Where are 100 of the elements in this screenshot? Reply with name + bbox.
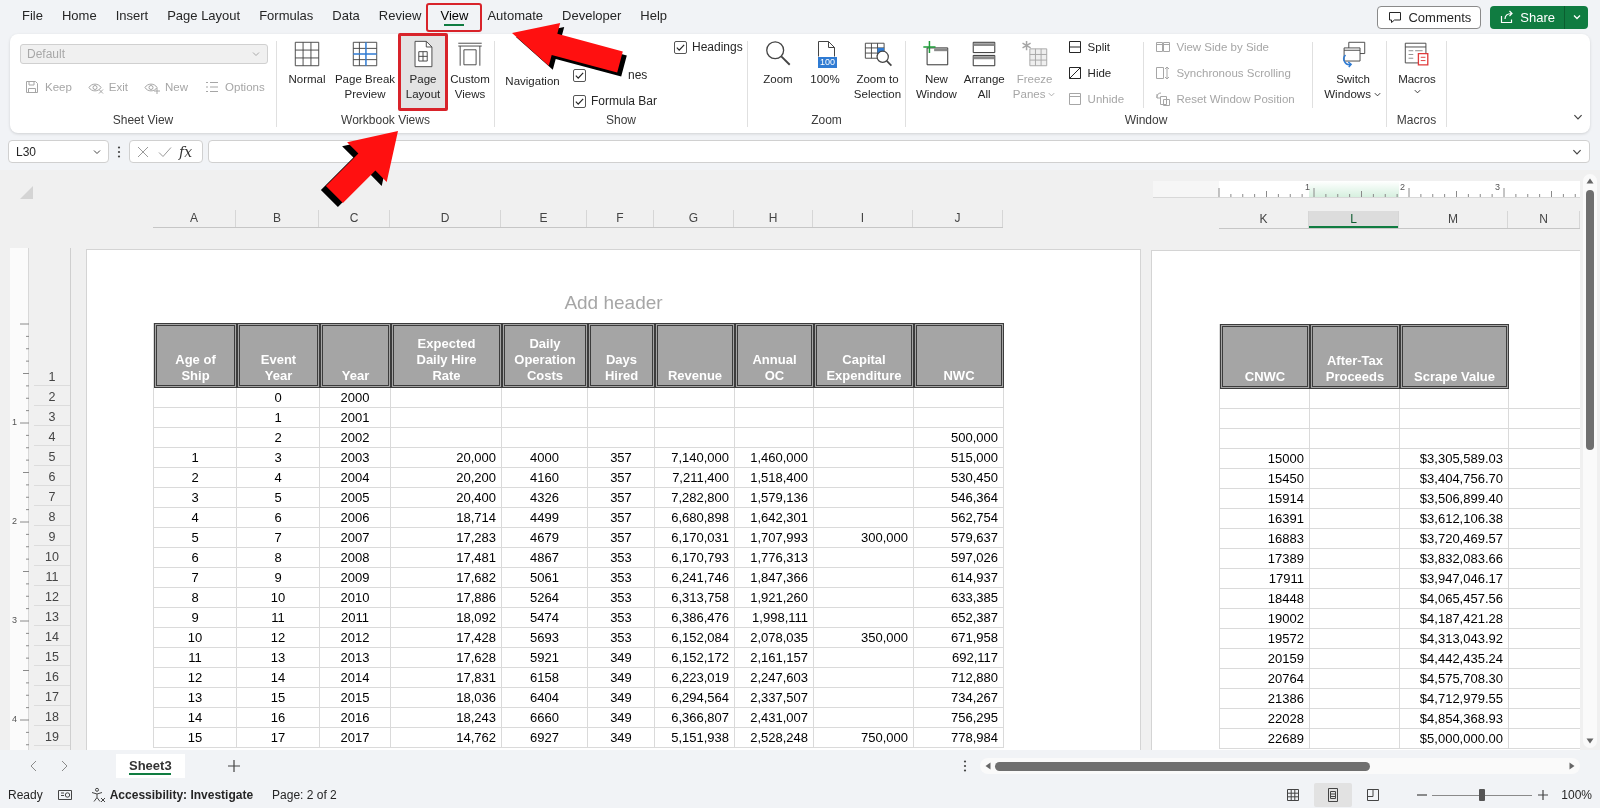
menu-tab[interactable]: Page Layout xyxy=(158,2,250,32)
ribbon-button[interactable]: New Window xyxy=(914,36,959,110)
column-header[interactable]: G xyxy=(654,210,734,227)
ribbon-button[interactable]: Arrange All xyxy=(961,36,1007,110)
column-header[interactable]: L xyxy=(1309,211,1399,228)
table-cell-text: 11 xyxy=(270,609,286,627)
column-header[interactable]: N xyxy=(1508,211,1580,228)
ribbon-button[interactable]: Page Break Preview xyxy=(332,36,398,110)
checkbox-label[interactable]: Headings xyxy=(692,40,743,54)
table-cell-text: 349 xyxy=(609,729,633,747)
zoom-level[interactable]: 100% xyxy=(1561,788,1592,802)
scrollbar-thumb[interactable] xyxy=(995,761,1370,771)
checkbox-label[interactable]: Formula Bar xyxy=(591,94,658,108)
row-number[interactable]: 12 xyxy=(45,588,59,606)
row-number[interactable]: 4 xyxy=(48,428,56,446)
table-cell-text: 20,400 xyxy=(455,489,497,507)
column-header[interactable]: M xyxy=(1399,211,1508,228)
status-text: Ready xyxy=(8,788,43,802)
row-number[interactable]: 8 xyxy=(48,508,56,526)
ribbon-button[interactable]: Zoom to Selection xyxy=(850,36,905,110)
ribbon-button[interactable]: Normal xyxy=(285,36,329,110)
ribbon-button[interactable]: 100 100% xyxy=(803,36,847,110)
scroll-down-icon[interactable] xyxy=(1586,738,1594,744)
snowflake-grid-icon xyxy=(1019,39,1050,69)
checkbox[interactable] xyxy=(573,94,586,108)
table-cell-text: 18,092 xyxy=(455,609,497,627)
checkbox-label[interactable]: nes xyxy=(628,68,648,82)
insert-function-button[interactable]: fx xyxy=(179,143,193,160)
column-header[interactable]: I xyxy=(813,210,913,227)
row-number[interactable]: 10 xyxy=(45,548,59,566)
column-header[interactable]: B xyxy=(236,210,319,227)
add-icon[interactable] xyxy=(225,758,242,774)
comments-button[interactable]: Comments xyxy=(1377,5,1482,29)
row-number[interactable]: 19 xyxy=(45,728,59,746)
column-header[interactable]: D xyxy=(390,210,501,227)
slider-thumb[interactable] xyxy=(1479,789,1486,801)
column-header[interactable]: J xyxy=(913,210,1003,227)
row-number[interactable]: 17 xyxy=(45,688,59,706)
ribbon-button[interactable]: Zoom xyxy=(756,36,800,110)
accessibility-status-button[interactable]: Accessibility: Investigate xyxy=(109,788,254,802)
menu-tab[interactable]: Developer xyxy=(553,2,631,32)
comment-icon xyxy=(1387,9,1404,25)
menu-tab[interactable]: Home xyxy=(52,2,106,32)
menu-tab[interactable]: Formulas xyxy=(250,2,323,32)
scroll-up-icon[interactable] xyxy=(1586,178,1594,184)
horizontal-scrollbar[interactable] xyxy=(980,758,1580,774)
column-header[interactable]: A xyxy=(153,210,236,227)
row-number[interactable]: 2 xyxy=(48,388,56,406)
scroll-right-icon[interactable] xyxy=(1569,762,1575,770)
row-number[interactable]: 11 xyxy=(45,568,59,586)
ribbon-button[interactable]: Hide xyxy=(1064,60,1137,86)
accessibility-icon[interactable] xyxy=(89,787,106,803)
macros-button[interactable]: Macros xyxy=(1395,36,1439,110)
table-cell-text: $3,947,046.17 xyxy=(1418,570,1504,588)
name-box[interactable]: L30 xyxy=(8,140,109,163)
row-number[interactable]: 6 xyxy=(48,468,56,486)
scroll-left-icon[interactable] xyxy=(985,762,991,770)
row-number[interactable]: 5 xyxy=(48,448,56,466)
formula-input[interactable] xyxy=(208,140,1590,163)
ribbon-button[interactable]: Split xyxy=(1064,34,1137,60)
vertical-scrollbar[interactable] xyxy=(1583,174,1597,748)
row-number[interactable]: 3 xyxy=(48,408,56,426)
row-number[interactable]: 16 xyxy=(45,668,59,686)
view-button[interactable] xyxy=(1314,783,1353,807)
row-number[interactable]: 18 xyxy=(45,708,59,726)
table-cell-text: 756,295 xyxy=(950,709,999,727)
table-cell-text: 2,078,035 xyxy=(749,629,809,647)
checkbox[interactable] xyxy=(674,40,687,54)
row-number[interactable]: 1 xyxy=(48,368,56,386)
checkbox[interactable] xyxy=(573,68,586,82)
table-cell-text: 2011 xyxy=(340,609,370,627)
menu-tab[interactable]: Insert xyxy=(106,2,158,32)
menu-tab[interactable]: Help xyxy=(631,2,677,32)
scrollbar-thumb[interactable] xyxy=(1586,190,1594,450)
table-cell-text: 2,431,007 xyxy=(749,709,809,727)
table-cell-text: 4867 xyxy=(529,549,560,567)
row-number[interactable]: 7 xyxy=(48,488,56,506)
share-button[interactable]: Share xyxy=(1490,5,1588,29)
table-cell-text: 20764 xyxy=(1266,670,1305,688)
table-cell-text: 546,364 xyxy=(950,489,999,507)
column-header[interactable]: F xyxy=(587,210,654,227)
column-header[interactable]: H xyxy=(734,210,813,227)
row-number[interactable]: 13 xyxy=(45,608,59,626)
ribbon-button[interactable]: Page Layout xyxy=(398,33,448,111)
sheet-tab[interactable]: Sheet3 xyxy=(116,754,185,778)
menu-tab[interactable]: View xyxy=(426,2,483,32)
more-icon[interactable] xyxy=(963,759,967,773)
record-icon[interactable] xyxy=(56,787,73,803)
row-number[interactable]: 9 xyxy=(48,528,56,546)
menu-tab[interactable]: File xyxy=(13,2,52,32)
row-number[interactable]: 15 xyxy=(45,648,59,666)
switch-windows-button[interactable]: Switch Windows xyxy=(1320,36,1386,110)
navigation-button[interactable]: Navigation xyxy=(503,74,562,89)
column-header[interactable]: E xyxy=(501,210,587,227)
row-number[interactable]: 14 xyxy=(45,628,59,646)
more-icon[interactable] xyxy=(117,144,121,159)
ribbon-button[interactable]: Custom Views xyxy=(448,36,492,110)
menu-tab[interactable]: Data xyxy=(323,2,369,32)
column-header[interactable]: C xyxy=(319,210,390,227)
page-break-grid-icon xyxy=(350,39,380,69)
